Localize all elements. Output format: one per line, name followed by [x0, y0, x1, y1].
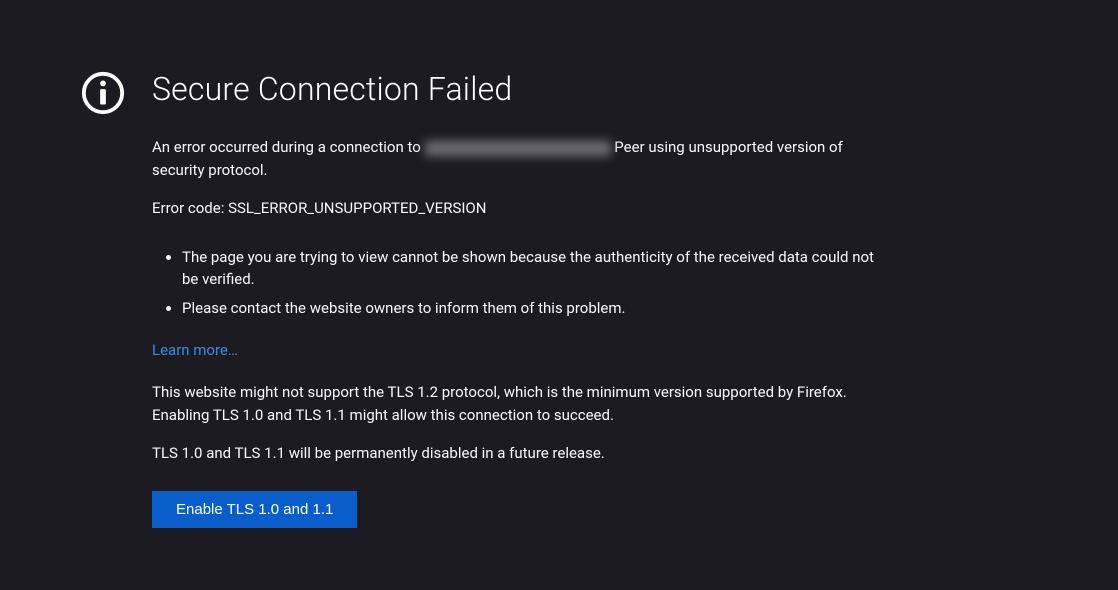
error-code-label: Error code:: [152, 199, 228, 217]
page-title: Secure Connection Failed: [152, 70, 880, 108]
error-description: An error occurred during a connection to…: [152, 136, 880, 181]
info-icon: [80, 102, 126, 120]
list-item: Please contact the website owners to inf…: [182, 297, 880, 320]
enable-tls-button[interactable]: Enable TLS 1.0 and 1.1: [152, 491, 357, 528]
tls-info-line-2: TLS 1.0 and TLS 1.1 will be permanently …: [152, 442, 880, 465]
redacted-hostname: ████████████████: [425, 141, 611, 156]
error-prefix: An error occurred during a connection to: [152, 138, 425, 156]
list-item: The page you are trying to view cannot b…: [182, 246, 880, 291]
error-code-line: Error code: SSL_ERROR_UNSUPPORTED_VERSIO…: [152, 197, 880, 220]
learn-more-link[interactable]: Learn more…: [152, 341, 238, 359]
tls-info-line-1: This website might not support the TLS 1…: [152, 381, 880, 426]
error-code-value: SSL_ERROR_UNSUPPORTED_VERSION: [228, 199, 486, 217]
error-bullet-list: The page you are trying to view cannot b…: [152, 246, 880, 320]
